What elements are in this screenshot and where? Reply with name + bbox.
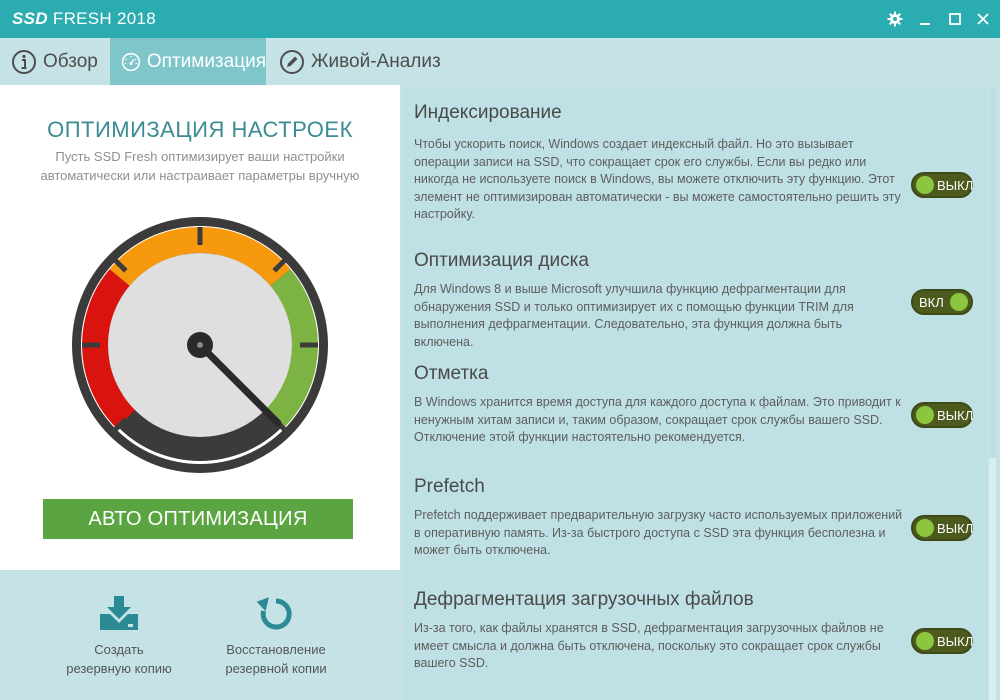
setting-description: В Windows хранится время доступа для каж… — [414, 395, 901, 444]
auto-optimize-button[interactable]: АВТО ОПТИМИЗАЦИЯ — [43, 499, 353, 539]
pencil-icon — [280, 49, 304, 74]
setting-description: Из-за того, как файлы хранятся в SSD, де… — [414, 621, 884, 670]
setting-boot-defrag: Дефрагментация загрузочных файлов Из-за … — [404, 589, 988, 689]
setting-title: Отметка — [414, 363, 489, 384]
app-title: SSD FRESH 2018 — [12, 9, 157, 28]
settings-list: Индексирование Чтобы ускорить поиск, Win… — [404, 88, 988, 700]
gauge-icon — [72, 217, 328, 473]
prefetch-toggle[interactable]: ВЫКЛ — [911, 515, 973, 541]
scrollbar-thumb[interactable] — [989, 88, 996, 458]
setting-description: Prefetch поддерживает предварительную за… — [414, 508, 903, 557]
minimize-icon[interactable] — [914, 8, 936, 30]
boot-defrag-toggle[interactable]: ВЫКЛ — [911, 628, 973, 654]
restore-icon — [257, 597, 292, 630]
close-icon[interactable] — [972, 8, 994, 30]
setting-title: Индексирование — [414, 102, 562, 123]
tab-live-analysis[interactable]: Живой-Анализ — [268, 38, 448, 85]
page-title: ОПТИМИЗАЦИЯ НАСТРОЕК — [47, 117, 353, 142]
info-icon — [12, 49, 36, 74]
setting-description: Для Windows 8 и выше Microsoft улучшила … — [414, 282, 854, 349]
optimization-summary-panel: ОПТИМИЗАЦИЯ НАСТРОЕК Пусть SSD Fresh опт… — [0, 85, 400, 570]
disk-optimization-toggle[interactable]: ВКЛ — [911, 289, 973, 315]
tab-live-analysis-label: Живой-Анализ — [311, 50, 441, 72]
setting-title: Prefetch — [414, 476, 485, 497]
indexing-toggle[interactable]: ВЫКЛ — [911, 172, 973, 198]
setting-indexing: Индексирование Чтобы ускорить поиск, Win… — [404, 102, 988, 237]
tab-optimization[interactable]: Оптимизация — [110, 38, 266, 85]
settings-gear-icon[interactable] — [884, 8, 906, 30]
maximize-icon[interactable] — [944, 8, 966, 30]
setting-title: Оптимизация диска — [414, 250, 589, 271]
tab-optimization-label: Оптимизация — [146, 50, 266, 72]
title-bar: SSD FRESH 2018 — [0, 0, 1000, 38]
setting-disk-optimization: Оптимизация диска Для Windows 8 и выше M… — [404, 250, 988, 350]
settings-scrollbar[interactable] — [989, 88, 996, 700]
timestamp-toggle[interactable]: ВЫКЛ — [911, 402, 973, 428]
setting-timestamp: Отметка В Windows хранится время доступа… — [404, 363, 988, 463]
setting-description: Чтобы ускорить поиск, Windows создает ин… — [414, 137, 901, 221]
page-description: Пусть SSD Fresh оптимизирует ваши настро… — [40, 149, 360, 183]
setting-title: Дефрагментация загрузочных файлов — [414, 589, 754, 610]
backup-panel: Создать резервную копию Восстановление р… — [0, 570, 400, 700]
tab-overview[interactable]: Обзор — [0, 38, 110, 85]
create-backup-button[interactable]: Создать резервную копию — [49, 596, 189, 678]
speedometer-icon — [121, 52, 141, 71]
tab-bar: Обзор Оптимизация Живой-Анализ — [0, 38, 1000, 85]
setting-prefetch: Prefetch Prefetch поддерживает предварит… — [404, 476, 988, 576]
tab-overview-label: Обзор — [43, 50, 98, 72]
restore-backup-button[interactable]: Восстановление резервной копии — [206, 596, 346, 678]
download-icon — [100, 596, 138, 630]
